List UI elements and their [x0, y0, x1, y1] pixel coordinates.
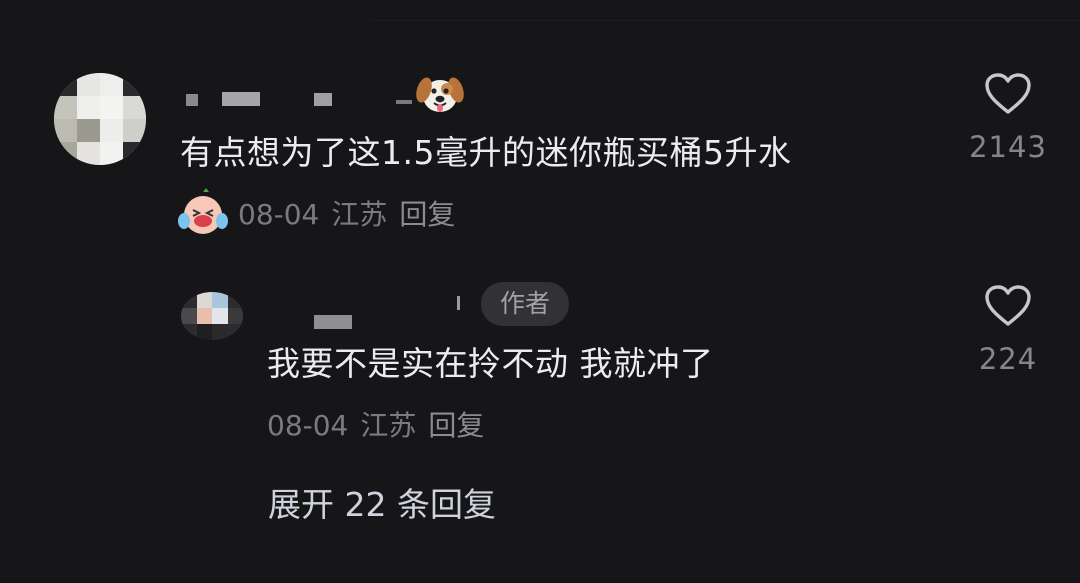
heart-icon [985, 73, 1031, 114]
reply-like-button[interactable]: 224 [963, 284, 1053, 376]
reply-button[interactable]: 回复 [399, 198, 455, 231]
reply-date: 08-04 [267, 409, 349, 442]
reply-meta: 08-04 江苏 回复 [267, 409, 496, 443]
reply-text: 我要不是实在拎不动 我就冲了 [267, 344, 714, 383]
laughing-crying-icon [178, 188, 228, 234]
avatar[interactable] [54, 73, 146, 165]
comment-meta: 08-04 江苏 回复 [238, 198, 467, 232]
comment-date: 08-04 [238, 198, 320, 231]
reply-reply-button[interactable]: 回复 [428, 409, 484, 442]
comment-location: 江苏 [331, 198, 388, 231]
like-count: 2143 [969, 130, 1047, 164]
like-button[interactable]: 2143 [963, 72, 1053, 164]
expand-replies-button[interactable]: 展开 22 条回复 [268, 478, 496, 526]
reply-avatar[interactable] [181, 292, 243, 340]
reply-location: 江苏 [360, 409, 417, 442]
heart-icon [985, 285, 1031, 326]
dog-face-icon [416, 77, 464, 112]
author-badge: 作者 [481, 282, 569, 326]
comment-text: 有点想为了这1.5毫升的迷你瓶买桶5升水 [180, 133, 792, 172]
reply-like-count: 224 [978, 342, 1038, 376]
comment-thread: 有点想为了这1.5毫升的迷你瓶买桶5升水 08-04 江苏 回复 2143 作者 我… [0, 0, 1080, 583]
divider [370, 20, 1080, 21]
